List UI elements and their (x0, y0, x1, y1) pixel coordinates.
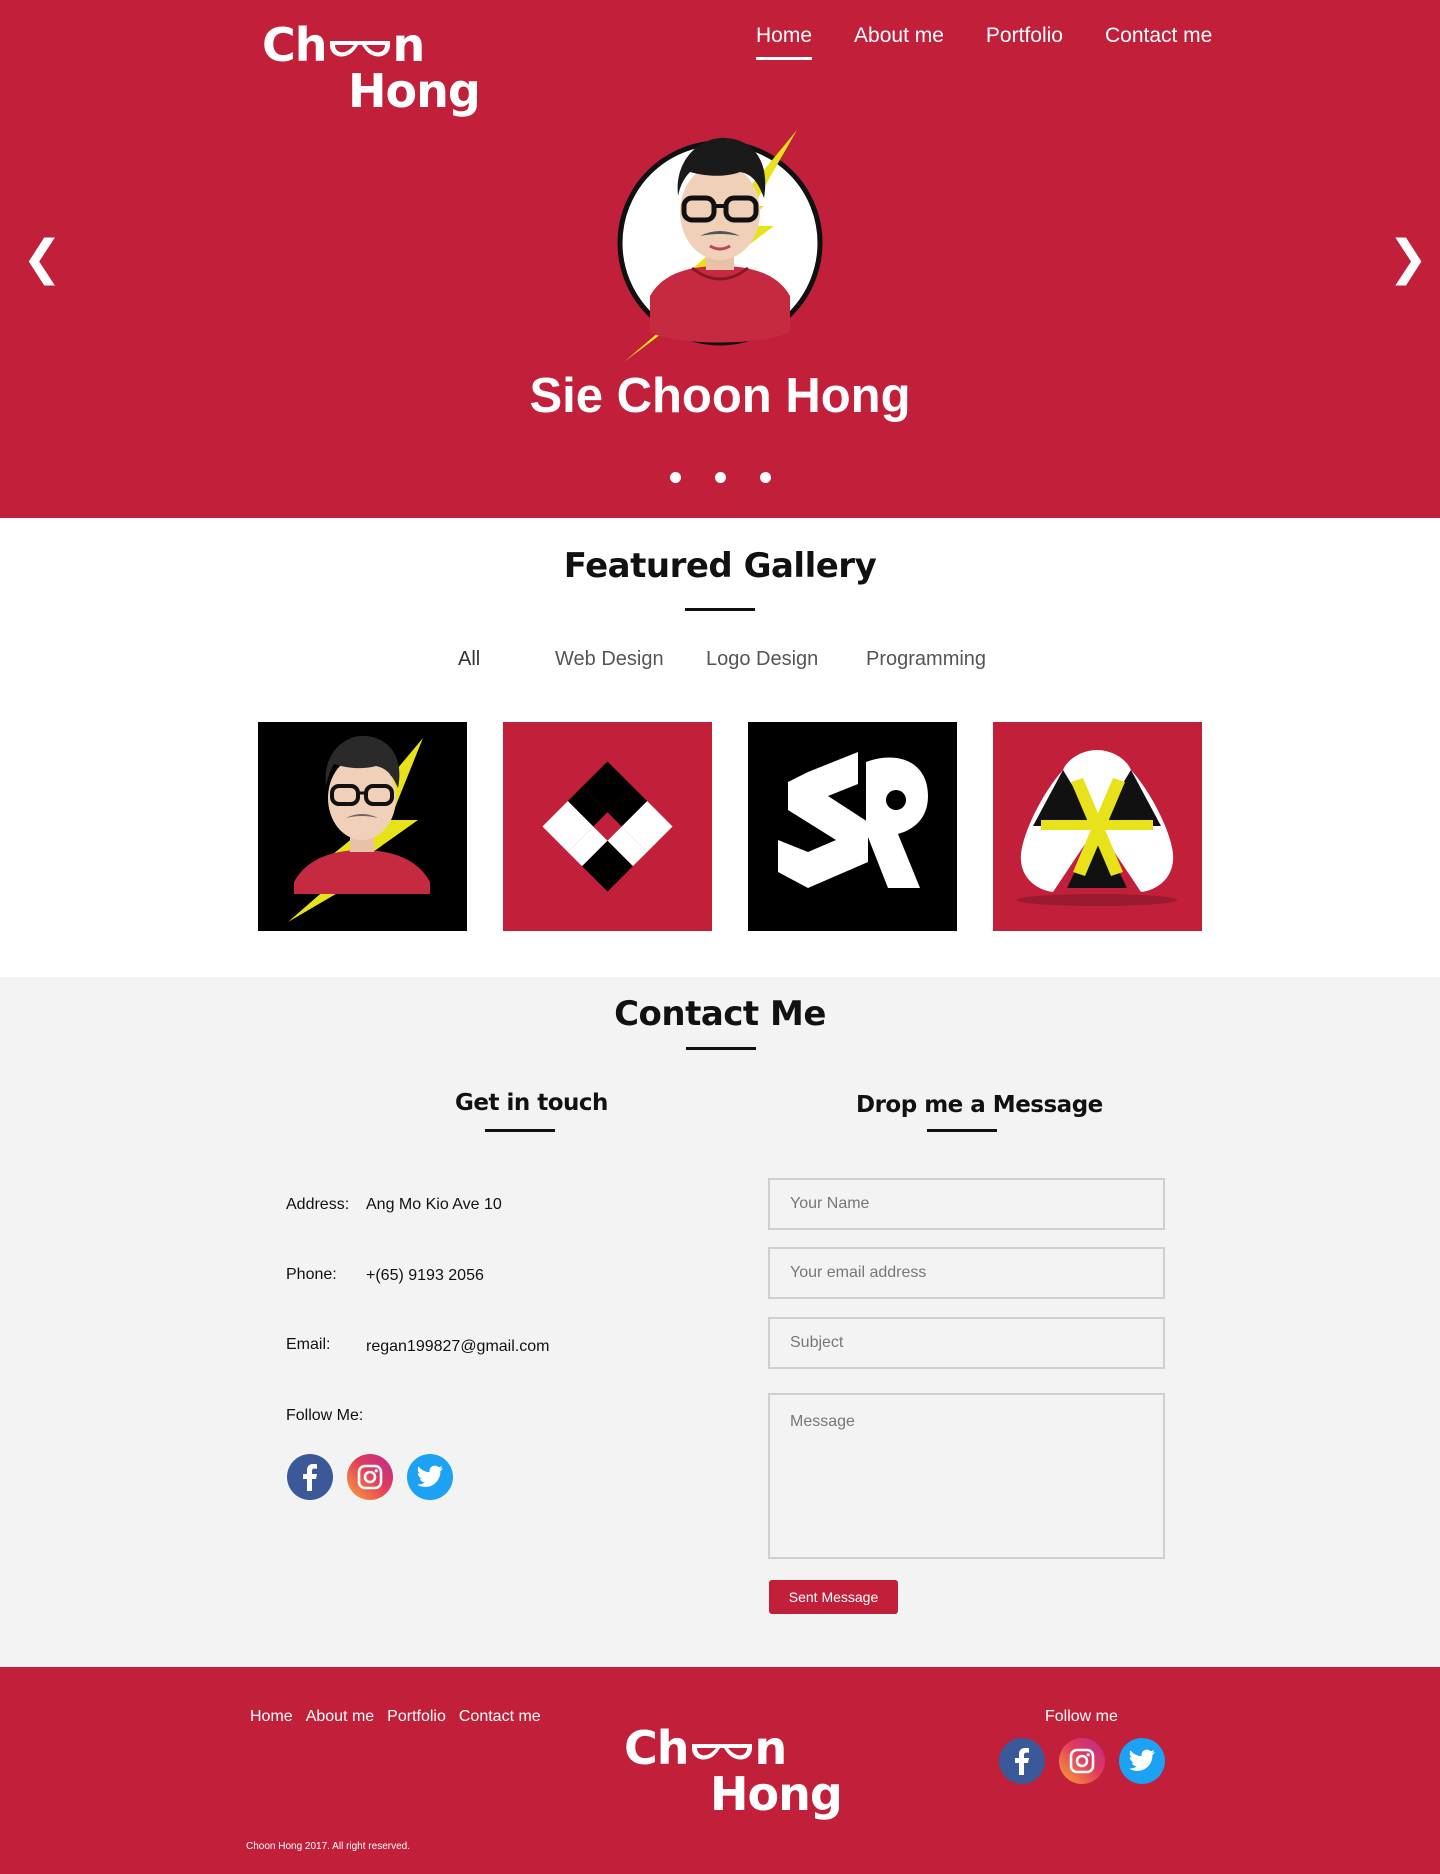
gallery-item-triangle-logo[interactable] (993, 722, 1202, 931)
gallery-title-underline (685, 608, 755, 611)
hero-name: Sie Choon Hong (529, 369, 911, 423)
follow-me-label: Follow Me: (286, 1407, 364, 1424)
nav-portfolio[interactable]: Portfolio (986, 24, 1063, 58)
triangle-x-logo-icon (1017, 750, 1177, 906)
logo-text-ch: Ch (262, 18, 328, 72)
drop-message-underline (927, 1129, 997, 1132)
gallery-item-sr-logo[interactable] (748, 722, 957, 931)
filter-web-design[interactable]: Web Design (555, 648, 664, 671)
footer-follow-label: Follow me (1045, 1708, 1118, 1725)
carousel-dot-1[interactable] (669, 472, 681, 483)
logo-text-hong: Hong (348, 64, 481, 118)
filter-programming[interactable]: Programming (866, 648, 986, 671)
glasses-icon (329, 40, 390, 57)
instagram-icon[interactable] (347, 1454, 393, 1500)
carousel-next-icon[interactable]: ❯ (1388, 228, 1428, 288)
message-field[interactable] (768, 1393, 1165, 1559)
main-nav: Home About me Portfolio Contact me (756, 24, 1254, 60)
facebook-icon[interactable] (999, 1738, 1045, 1784)
send-message-button[interactable]: Sent Message (769, 1580, 898, 1614)
avatar-portrait-icon (617, 130, 823, 362)
phone-value: +(65) 9193 2056 (366, 1267, 484, 1284)
email-value[interactable]: regan199827@gmail.com (366, 1338, 549, 1356)
phone-label: Phone: (286, 1266, 337, 1283)
get-in-touch-title: Get in touch (455, 1090, 608, 1116)
nav-about[interactable]: About me (854, 24, 944, 58)
gallery-title: Featured Gallery (563, 546, 877, 586)
gallery-item-x-logo[interactable] (503, 722, 712, 931)
carousel-prev-icon[interactable]: ❮ (22, 228, 62, 288)
name-field[interactable] (768, 1178, 1165, 1230)
sr-monogram-logo-icon (778, 752, 928, 888)
twitter-icon[interactable] (407, 1454, 453, 1500)
get-in-touch-underline (485, 1129, 555, 1132)
address-value: Ang Mo Kio Ave 10 (366, 1196, 502, 1213)
facebook-icon[interactable] (287, 1454, 333, 1500)
x-cross-logo-icon (542, 761, 673, 892)
footer-logo[interactable]: Ch n Hong (624, 1725, 843, 1821)
logo-text-hong: Hong (710, 1767, 843, 1821)
filter-logo-design[interactable]: Logo Design (706, 648, 818, 671)
filter-all[interactable]: All (458, 648, 480, 671)
address-label: Address: (286, 1196, 350, 1213)
contact-section (0, 977, 1440, 1667)
contact-title-underline (686, 1047, 756, 1050)
header-logo[interactable]: Ch n Hong (262, 22, 481, 118)
footer-nav-home[interactable]: Home (250, 1708, 293, 1726)
nav-home[interactable]: Home (756, 24, 813, 60)
footer-nav-about[interactable]: About me (306, 1708, 374, 1726)
email-label: Email: (286, 1336, 331, 1353)
footer: Home About me Portfolio Contact me Ch n H… (0, 1667, 1440, 1874)
nav-contact[interactable]: Contact me (1105, 24, 1212, 58)
glasses-icon (691, 1743, 752, 1760)
logo-text-ch: Ch (624, 1721, 690, 1775)
footer-nav-portfolio[interactable]: Portfolio (387, 1708, 446, 1726)
avatar-portrait-icon (288, 735, 430, 922)
email-field[interactable] (768, 1247, 1165, 1299)
contact-title: Contact Me (614, 994, 826, 1034)
twitter-icon[interactable] (1119, 1738, 1165, 1784)
hero-avatar (614, 126, 826, 366)
drop-message-title: Drop me a Message (856, 1092, 1103, 1118)
hero-section: Ch n Hong Home About me Portfolio Contact… (0, 0, 1440, 518)
carousel-dot-2[interactable] (714, 472, 726, 483)
instagram-icon[interactable] (1059, 1738, 1105, 1784)
carousel-dot-3[interactable] (759, 472, 771, 483)
copyright-text: Choon Hong 2017. All right reserved. (246, 1841, 410, 1852)
gallery-item-avatar[interactable] (258, 722, 467, 931)
carousel-indicators (0, 472, 1440, 483)
subject-field[interactable] (768, 1317, 1165, 1369)
footer-nav: Home About me Portfolio Contact me (250, 1708, 554, 1726)
footer-nav-contact[interactable]: Contact me (459, 1708, 541, 1726)
